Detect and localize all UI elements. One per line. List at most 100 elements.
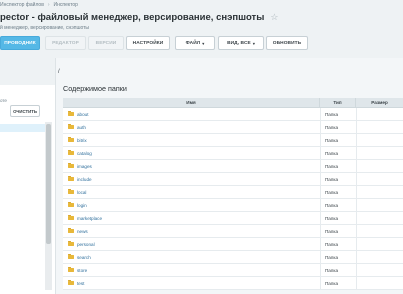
file-name-cell[interactable]: personal bbox=[68, 238, 95, 250]
column-divider bbox=[356, 251, 357, 263]
file-type: Папка bbox=[325, 202, 339, 208]
table-row[interactable]: catalog Папка bbox=[63, 147, 403, 160]
clear-button[interactable]: ОЧИСТИТЬ bbox=[10, 105, 40, 117]
versions-button[interactable]: ВЕРСИИ bbox=[88, 36, 124, 50]
column-divider bbox=[356, 108, 357, 120]
folder-icon bbox=[68, 227, 74, 234]
column-divider bbox=[356, 225, 357, 237]
column-header-name[interactable]: Имя bbox=[63, 98, 320, 107]
file-name-cell[interactable]: include bbox=[68, 173, 92, 185]
column-divider bbox=[356, 147, 357, 159]
file-type: Папка bbox=[325, 111, 339, 117]
file-name[interactable]: news bbox=[77, 229, 88, 234]
file-name[interactable]: include bbox=[77, 177, 92, 182]
table-row[interactable]: about Папка bbox=[63, 108, 403, 121]
file-name[interactable]: images bbox=[77, 164, 92, 169]
file-name-cell[interactable]: store bbox=[68, 264, 87, 276]
column-divider bbox=[356, 173, 357, 185]
page-subtitle: й менеджер, версирование, снэпшоты bbox=[0, 25, 90, 31]
table-row[interactable]: test Папка bbox=[63, 277, 403, 290]
file-name-cell[interactable]: marketplace bbox=[68, 212, 102, 224]
folder-icon bbox=[68, 240, 74, 247]
table-row[interactable]: images Папка bbox=[63, 160, 403, 173]
folder-icon bbox=[68, 175, 74, 182]
table-body: about Папка auth Папка bitrix Папка catalog Пап… bbox=[63, 108, 403, 290]
column-divider bbox=[320, 277, 321, 289]
table-row[interactable]: local Папка bbox=[63, 186, 403, 199]
folder-icon bbox=[68, 149, 74, 156]
breadcrumb: Инспектор файлов › Инспектор bbox=[0, 0, 78, 10]
table-row[interactable]: store Папка bbox=[63, 264, 403, 277]
file-name-cell[interactable]: login bbox=[68, 199, 87, 211]
table-row[interactable]: auth Папка bbox=[63, 121, 403, 134]
page-title: pector - файловый менеджер, версирование… bbox=[0, 11, 265, 23]
editor-button[interactable]: РЕДАКТОР bbox=[45, 36, 86, 50]
file-name[interactable]: local bbox=[77, 190, 86, 195]
table-row[interactable]: news Папка bbox=[63, 225, 403, 238]
column-header-size[interactable]: Размер bbox=[356, 98, 403, 107]
file-name[interactable]: store bbox=[77, 268, 87, 273]
settings-button[interactable]: НАСТРОЙКИ bbox=[126, 36, 170, 50]
folder-icon bbox=[68, 188, 74, 195]
file-name-cell[interactable]: about bbox=[68, 108, 89, 120]
table-row[interactable]: login Папка bbox=[63, 199, 403, 212]
folder-icon bbox=[68, 214, 74, 221]
file-name[interactable]: personal bbox=[77, 242, 95, 247]
chevron-down-icon: ▾ bbox=[252, 40, 255, 46]
file-type: Папка bbox=[325, 254, 339, 260]
breadcrumb-separator: › bbox=[47, 2, 50, 8]
file-name-cell[interactable]: local bbox=[68, 186, 86, 198]
table-row[interactable]: bitrix Папка bbox=[63, 134, 403, 147]
file-type: Папка bbox=[325, 215, 339, 221]
file-name-cell[interactable]: catalog bbox=[68, 147, 92, 159]
filter-label: оте bbox=[0, 98, 7, 103]
left-panel-header bbox=[0, 58, 55, 85]
folder-icon bbox=[68, 201, 74, 208]
column-divider bbox=[356, 238, 357, 250]
folder-icon bbox=[68, 136, 74, 143]
main-panel: / Содержимое папки Имя Тип Размер about П… bbox=[56, 58, 403, 294]
file-name[interactable]: search bbox=[77, 255, 91, 260]
current-path: / bbox=[58, 69, 60, 75]
file-name-cell[interactable]: bitrix bbox=[68, 134, 87, 146]
file-name-cell[interactable]: images bbox=[68, 160, 92, 172]
column-header-type[interactable]: Тип bbox=[320, 98, 356, 107]
file-name-cell[interactable]: news bbox=[68, 225, 88, 237]
column-divider bbox=[356, 134, 357, 146]
table-row[interactable]: marketplace Папка bbox=[63, 212, 403, 225]
table-row[interactable]: include Папка bbox=[63, 173, 403, 186]
file-menu-button[interactable]: ФАЙЛ ▾ bbox=[175, 36, 215, 50]
refresh-button[interactable]: ОБНОВИТЬ bbox=[266, 36, 308, 50]
breadcrumb-item-inspector[interactable]: Инспектор bbox=[54, 2, 78, 8]
folder-icon bbox=[68, 110, 74, 117]
table-row[interactable]: search Папка bbox=[63, 251, 403, 264]
folder-icon bbox=[68, 123, 74, 130]
file-name[interactable]: bitrix bbox=[77, 138, 87, 143]
explorer-button[interactable]: ПРОВОДНИК bbox=[0, 36, 40, 50]
column-divider bbox=[320, 225, 321, 237]
folder-icon bbox=[68, 279, 74, 286]
column-divider bbox=[320, 199, 321, 211]
file-name[interactable]: login bbox=[77, 203, 87, 208]
chevron-down-icon: ▾ bbox=[202, 40, 205, 46]
file-name[interactable]: marketplace bbox=[77, 216, 102, 221]
left-panel-scroll-thumb[interactable] bbox=[46, 124, 51, 244]
table-row[interactable]: personal Папка bbox=[63, 238, 403, 251]
file-name-cell[interactable]: auth bbox=[68, 121, 86, 133]
file-name[interactable]: catalog bbox=[77, 151, 92, 156]
breadcrumb-item-file-inspector[interactable]: Инспектор файлов bbox=[0, 2, 44, 8]
file-type: Папка bbox=[325, 124, 339, 130]
file-name-cell[interactable]: search bbox=[68, 251, 91, 263]
file-name[interactable]: test bbox=[77, 281, 84, 286]
file-name[interactable]: about bbox=[77, 112, 89, 117]
view-menu-button[interactable]: ВИД, ВСЕ ▾ bbox=[218, 36, 264, 50]
file-name[interactable]: auth bbox=[77, 125, 86, 130]
file-type: Папка bbox=[325, 267, 339, 273]
star-icon[interactable]: ☆ bbox=[270, 12, 278, 23]
file-name-cell[interactable]: test bbox=[68, 277, 84, 289]
file-type: Папка bbox=[325, 228, 339, 234]
tree-selected-item[interactable] bbox=[0, 124, 45, 132]
column-divider bbox=[356, 160, 357, 172]
column-divider bbox=[320, 264, 321, 276]
column-divider bbox=[356, 121, 357, 133]
